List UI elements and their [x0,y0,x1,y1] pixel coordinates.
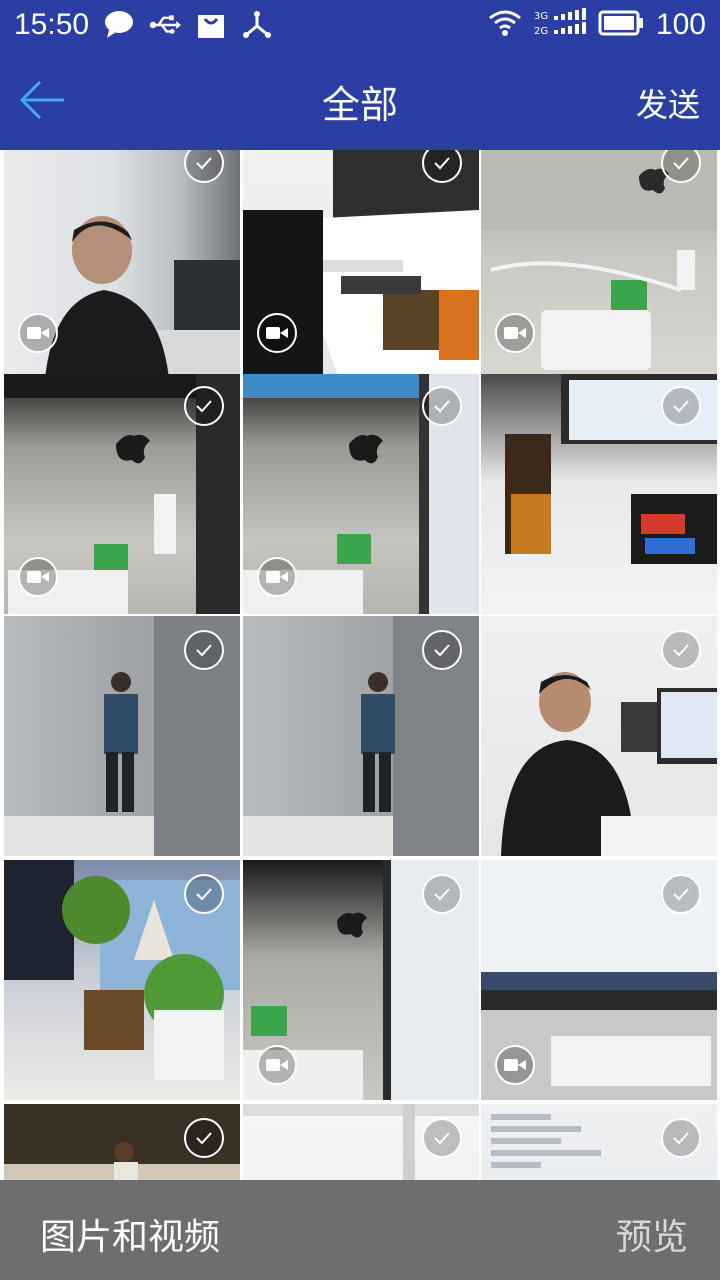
media-thumbnail [44,216,240,390]
video-camera-icon [257,557,297,597]
select-checkbox[interactable] [184,1118,224,1158]
bottom-bar: 图片和视频 预览 [0,1180,720,1280]
shopping-bag-icon [195,9,227,41]
page-title: 全部 [321,83,398,127]
media-item[interactable] [4,150,240,390]
media-thumbnail [481,150,717,370]
preview-button[interactable]: 预览 [616,1208,688,1260]
select-checkbox[interactable] [184,630,224,670]
select-checkbox[interactable] [661,630,701,670]
select-checkbox[interactable] [661,386,701,426]
signal-icon: 3G 2G [534,8,586,42]
chat-icon [103,9,135,41]
battery-icon [598,10,644,40]
album-selector[interactable]: 图片和视频 [40,1208,220,1260]
svg-text:3G: 3G [534,11,548,22]
check-icon [434,400,450,413]
check-icon [673,157,689,170]
select-checkbox[interactable] [422,630,462,670]
video-camera-icon [257,1045,297,1085]
check-icon [434,644,450,657]
share-icon [241,9,273,41]
battery-level: 100 [655,8,706,41]
select-checkbox[interactable] [184,386,224,426]
select-checkbox[interactable] [661,1118,701,1158]
media-thumbnail [243,150,479,390]
video-camera-icon [18,313,58,353]
media-grid [0,150,720,1180]
status-bar: 15:50 3G 2G 100 [0,0,720,50]
check-icon [673,888,689,901]
video-camera-icon [257,313,297,353]
check-icon [673,644,689,657]
select-checkbox[interactable] [661,874,701,914]
media-item[interactable] [481,150,717,390]
check-icon [196,888,212,901]
check-icon [434,1132,450,1145]
check-icon [196,644,212,657]
wifi-icon [488,8,522,42]
media-item[interactable] [243,150,479,390]
check-icon [196,1132,212,1145]
status-time: 15:50 [14,8,90,41]
send-button[interactable]: 发送 [636,80,700,126]
svg-text:2G: 2G [534,26,548,37]
video-camera-icon [495,313,535,353]
check-icon [196,400,212,413]
check-icon [196,157,212,170]
check-icon [434,888,450,901]
check-icon [673,1132,689,1145]
select-checkbox[interactable] [422,1118,462,1158]
select-checkbox[interactable] [184,874,224,914]
video-camera-icon [18,557,58,597]
check-icon [434,157,450,170]
video-camera-icon [495,1045,535,1085]
select-checkbox[interactable] [422,874,462,914]
app-bar: 全部 发送 [0,50,720,150]
select-checkbox[interactable] [422,386,462,426]
check-icon [673,400,689,413]
usb-icon [149,9,182,41]
